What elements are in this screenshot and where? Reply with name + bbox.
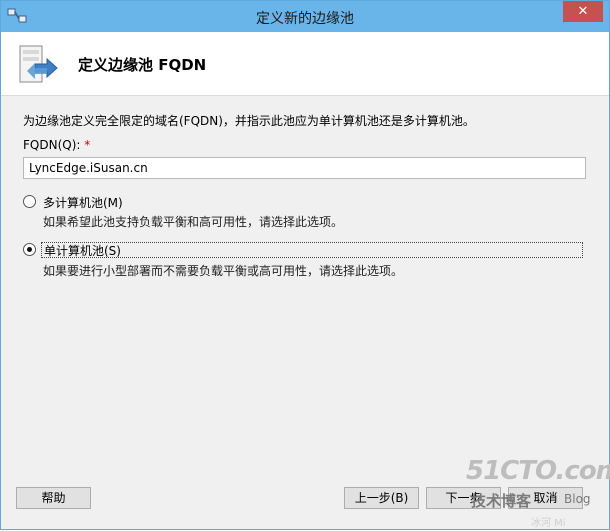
- focus-rectangle: [41, 242, 583, 258]
- back-button[interactable]: 上一步(B): [344, 487, 419, 509]
- wizard-header: 定义边缘池 FQDN: [1, 32, 609, 96]
- dialog-window: 定义新的边缘池 ✕ 定义边缘池 FQDN 为边缘池定义完全限定的域名(FQDN)…: [0, 0, 610, 530]
- radio-single-computer[interactable]: [23, 243, 36, 256]
- radio-multi-computer[interactable]: [23, 195, 36, 208]
- edge-pool-icon: [19, 45, 58, 83]
- watermark-brand: 51CTO.com: [466, 456, 610, 486]
- option-multi-computer-label[interactable]: 多计算机池(M): [43, 194, 123, 211]
- window-title: 定义新的边缘池: [256, 11, 354, 27]
- next-button[interactable]: 下一步: [426, 487, 501, 509]
- cancel-button[interactable]: 取消: [508, 487, 583, 509]
- fqdn-label-text: FQDN(Q):: [23, 138, 81, 152]
- title-bar[interactable]: 定义新的边缘池 ✕: [1, 1, 609, 32]
- option-single-computer-description: 如果要进行小型部署而不需要负载平衡或高可用性，请选择此选项。: [43, 264, 404, 278]
- required-marker: *: [84, 138, 91, 152]
- fqdn-label: FQDN(Q): *: [23, 138, 90, 152]
- description-text: 为边缘池定义完全限定的域名(FQDN)，并指示此池应为单计算机池还是多计算机池。: [23, 114, 475, 128]
- page-title: 定义边缘池 FQDN: [78, 56, 207, 74]
- option-single-computer-label[interactable]: 单计算机池(S): [44, 242, 121, 259]
- close-button[interactable]: ✕: [563, 1, 603, 22]
- option-multi-computer-description: 如果希望此池支持负载平衡和高可用性，请选择此选项。: [43, 215, 344, 229]
- watermark-small: 冰河 Mi: [531, 518, 566, 529]
- fqdn-input[interactable]: LyncEdge.iSusan.cn: [23, 157, 586, 179]
- help-button[interactable]: 帮助: [16, 487, 91, 509]
